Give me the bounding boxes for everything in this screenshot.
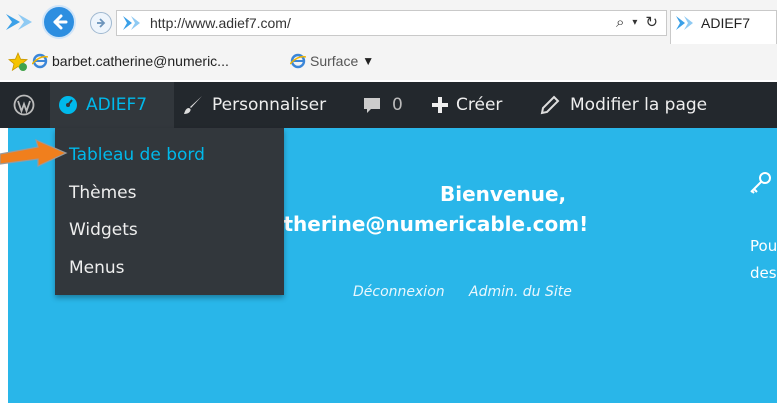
sidebar-text-line: Pou <box>750 237 777 255</box>
refresh-icon[interactable]: ↻ <box>645 13 658 31</box>
site-name: ADIEF7 <box>86 95 148 115</box>
menu-item-themes[interactable]: Thèmes <box>69 183 137 203</box>
new-content-button[interactable]: Créer <box>432 82 502 128</box>
browser-logo-icon <box>6 14 32 30</box>
pencil-icon <box>540 95 560 115</box>
welcome-title: Bienvenue, <box>440 182 567 206</box>
logout-link[interactable]: Déconnexion <box>353 284 445 300</box>
wp-admin-bar: ADIEF7 Personnaliser 0 Créer Modifier la… <box>0 82 777 128</box>
menu-item-widgets[interactable]: Widgets <box>69 220 138 240</box>
forward-button[interactable] <box>90 12 112 34</box>
site-admin-link[interactable]: Admin. du Site <box>469 284 572 300</box>
site-dropdown-menu: Tableau de bord Thèmes Widgets Menus <box>55 128 284 295</box>
ie-page-icon <box>32 53 48 69</box>
dashboard-icon <box>59 96 77 114</box>
new-label: Créer <box>456 95 503 115</box>
tab-title: ADIEF7 <box>701 15 751 31</box>
chevron-down-icon[interactable]: ▼ <box>362 54 374 68</box>
customize-button[interactable]: Personnaliser <box>182 82 326 128</box>
welcome-user: atherine@numericable.com! <box>270 212 589 236</box>
back-arrow-icon <box>53 14 68 30</box>
wordpress-logo-icon <box>13 94 35 116</box>
address-text[interactable]: http://www.adief7.com/ <box>150 15 291 31</box>
menu-item-dashboard[interactable]: Tableau de bord <box>69 145 205 165</box>
comment-bubble-icon <box>364 98 380 113</box>
edit-page-button[interactable]: Modifier la page <box>540 82 707 128</box>
pointer-arrow-icon <box>0 138 68 167</box>
address-bar[interactable]: http://www.adief7.com/ ⌕ ▾ ↻ <box>116 10 667 36</box>
favorites-bar: barbet.catherine@numeric... Surface ▼ <box>0 48 777 80</box>
menu-item-menus[interactable]: Menus <box>69 258 125 278</box>
tab-favicon-icon <box>676 16 693 30</box>
browser-chrome: http://www.adief7.com/ ⌕ ▾ ↻ ADIEF7 barb… <box>0 0 777 80</box>
favorite-label: Surface <box>310 53 359 69</box>
navigation-row: http://www.adief7.com/ ⌕ ▾ ↻ ADIEF7 <box>0 0 777 44</box>
customize-label: Personnaliser <box>212 95 327 115</box>
favorite-label: barbet.catherine@numeric... <box>52 53 229 69</box>
search-icon[interactable]: ⌕ <box>616 13 624 31</box>
browser-tab[interactable]: ADIEF7 <box>670 10 777 44</box>
comments-count: 0 <box>392 95 403 115</box>
paintbrush-icon <box>184 96 202 114</box>
favorites-star-icon[interactable] <box>8 52 28 72</box>
site-name-menu[interactable]: ADIEF7 <box>50 82 174 128</box>
key-icon <box>750 172 771 194</box>
wp-logo-button[interactable] <box>0 82 48 128</box>
favorite-link-surface[interactable]: Surface ▼ <box>290 53 374 69</box>
ie-page-icon <box>290 53 306 69</box>
back-button[interactable] <box>42 5 76 39</box>
comments-button[interactable]: 0 <box>362 82 403 128</box>
dropdown-caret-icon[interactable]: ▾ <box>632 17 637 28</box>
favorite-link-email[interactable]: barbet.catherine@numeric... <box>32 53 229 69</box>
forward-arrow-icon <box>97 18 106 28</box>
address-actions: ⌕ ▾ ↻ <box>616 13 658 31</box>
sidebar-text-line: des <box>750 264 777 282</box>
site-favicon-icon <box>123 16 140 30</box>
plus-icon <box>432 97 448 113</box>
edit-page-label: Modifier la page <box>570 95 708 115</box>
